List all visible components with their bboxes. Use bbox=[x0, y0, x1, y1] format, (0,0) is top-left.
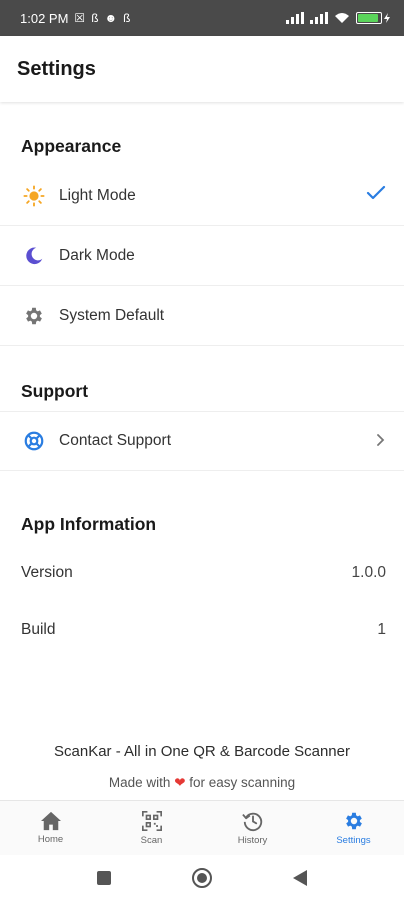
made-prefix: Made with bbox=[108, 775, 171, 790]
nav-history[interactable]: History bbox=[202, 801, 303, 855]
contact-support-item[interactable]: Contact Support bbox=[0, 411, 404, 471]
notification-icon: ß bbox=[91, 11, 99, 25]
status-time: 1:02 PM bbox=[20, 10, 69, 26]
battery-icon bbox=[356, 12, 390, 24]
contact-support-label: Contact Support bbox=[59, 432, 172, 449]
mute-icon: ☒ bbox=[74, 11, 86, 25]
option-dark-mode[interactable]: Dark Mode bbox=[0, 226, 404, 286]
recents-button[interactable] bbox=[89, 863, 119, 893]
footer-app-name: ScanKar - All in One QR & Barcode Scanne… bbox=[54, 743, 350, 760]
status-right bbox=[286, 12, 390, 24]
settings-gear-icon bbox=[345, 812, 362, 830]
status-left: 1:02 PM ☒ ß ☻ ß bbox=[20, 11, 131, 26]
circle-icon bbox=[192, 867, 212, 888]
lifebuoy-icon bbox=[22, 429, 46, 453]
app-bar: Settings bbox=[0, 36, 404, 102]
nav-label: History bbox=[237, 835, 268, 846]
gear-icon bbox=[22, 304, 46, 328]
signal-icon-2 bbox=[310, 12, 328, 24]
made-suffix: for easy scanning bbox=[189, 775, 296, 790]
version-value: 1.0.0 bbox=[351, 563, 386, 581]
option-label: Light Mode bbox=[59, 186, 136, 204]
status-bar: 1:02 PM ☒ ß ☻ ß bbox=[0, 0, 404, 36]
option-label: Dark Mode bbox=[59, 246, 135, 264]
notification-icon-2: ß bbox=[123, 11, 131, 25]
option-label: System Default bbox=[59, 306, 165, 324]
settings-content[interactable]: Appearance Light Mode Dark Mode System D… bbox=[0, 102, 404, 800]
chevron-right-icon bbox=[376, 431, 386, 452]
section-title-support: Support bbox=[21, 381, 89, 401]
page-title: Settings bbox=[17, 57, 96, 80]
square-icon bbox=[97, 870, 111, 885]
version-row: Version 1.0.0 bbox=[0, 544, 404, 601]
nav-home[interactable]: Home bbox=[0, 801, 101, 855]
qr-scan-icon bbox=[141, 811, 162, 831]
system-nav-bar bbox=[0, 855, 404, 900]
triangle-back-icon bbox=[293, 869, 307, 886]
history-icon bbox=[241, 812, 262, 831]
app-notification-icon: ☻ bbox=[104, 11, 118, 25]
nav-scan[interactable]: Scan bbox=[101, 801, 202, 855]
heart-icon: ❤ bbox=[174, 775, 186, 790]
build-value: 1 bbox=[377, 620, 386, 638]
nav-label: Settings bbox=[336, 835, 371, 846]
build-label: Build bbox=[21, 620, 56, 638]
checkmark-icon bbox=[366, 184, 386, 207]
build-row: Build 1 bbox=[0, 601, 404, 658]
section-title-appearance: Appearance bbox=[21, 136, 122, 156]
nav-label: Scan bbox=[140, 835, 163, 846]
back-button[interactable] bbox=[285, 863, 315, 893]
nav-settings[interactable]: Settings bbox=[303, 801, 404, 855]
nav-label: Home bbox=[37, 834, 64, 845]
signal-icon bbox=[286, 12, 304, 24]
bottom-nav: Home Scan History Settings bbox=[0, 800, 404, 855]
moon-icon bbox=[22, 244, 46, 268]
wifi-icon bbox=[335, 13, 349, 23]
sun-icon bbox=[22, 184, 46, 208]
home-icon bbox=[40, 811, 61, 831]
home-system-button[interactable] bbox=[187, 863, 217, 893]
option-light-mode[interactable]: Light Mode bbox=[0, 166, 404, 226]
section-title-app-info: App Information bbox=[21, 514, 157, 534]
footer-made-with: Made with ❤ for easy scanning bbox=[0, 775, 404, 791]
option-system-default[interactable]: System Default bbox=[0, 286, 404, 346]
version-label: Version bbox=[21, 563, 73, 581]
